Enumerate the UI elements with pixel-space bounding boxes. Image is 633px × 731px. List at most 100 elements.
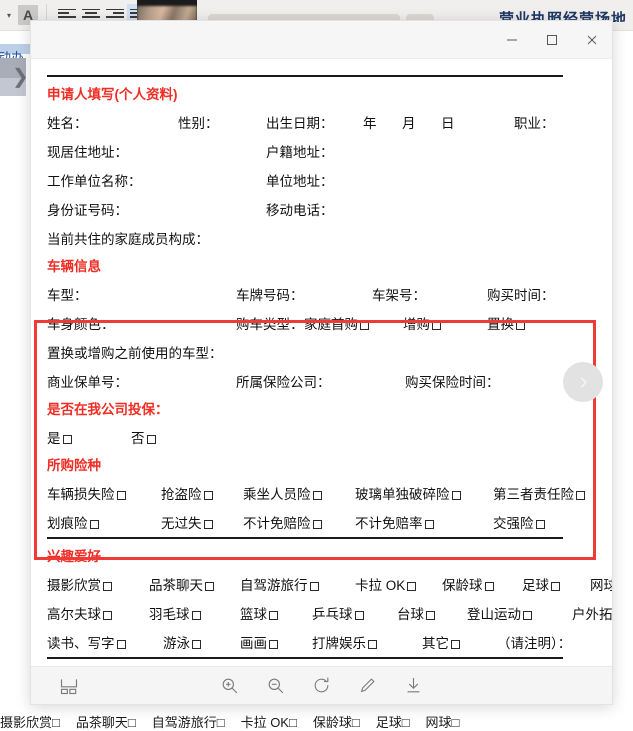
toolbar-left-group [56, 673, 82, 699]
background-hobby-option-6: 网球□ [426, 715, 460, 730]
background-hobby-option-2: 自驾游旅行□ [152, 715, 225, 730]
vehicle-field-1: 所属保险公司： [236, 374, 331, 392]
hobby-option-1[interactable]: 游泳 [163, 635, 201, 653]
checkbox[interactable] [451, 640, 460, 649]
insurance-option-3[interactable]: 玻璃单独破碎险 [355, 486, 461, 504]
purchase-type-option-2[interactable]: 置换 [487, 316, 525, 334]
personal-field-0: 姓名： [47, 115, 88, 133]
checkbox[interactable] [63, 435, 72, 444]
minimize-button[interactable] [492, 21, 532, 58]
checkbox[interactable] [485, 582, 494, 591]
checkbox[interactable] [313, 520, 322, 529]
vehicle-field-0: 置换或增购之前使用的车型： [47, 345, 223, 363]
hobby-option-5[interactable]: 足球 [522, 577, 560, 595]
hobby-option-3[interactable]: 卡拉 OK [355, 577, 416, 595]
hobby-option-5[interactable]: 登山运动 [467, 606, 532, 624]
hobby-option-4[interactable]: 保龄球 [442, 577, 494, 595]
checkbox[interactable] [204, 491, 213, 500]
checkbox[interactable] [103, 611, 112, 620]
hobby-option-1[interactable]: 品茶聊天 [149, 577, 214, 595]
rotate-button[interactable] [309, 673, 335, 699]
insurance-option-0[interactable]: 划痕险 [47, 515, 99, 533]
document-page: 申请人填写(个人资料) 姓名：性别：出生日期：年月日职业： 现居住地址：户籍地址… [47, 59, 598, 667]
checkbox[interactable] [523, 611, 532, 620]
checkbox[interactable] [355, 611, 364, 620]
checkbox[interactable] [536, 520, 545, 529]
personal-field-5: 日 [441, 115, 455, 133]
hobby-option-2[interactable]: 篮球 [240, 606, 278, 624]
checkbox[interactable] [103, 582, 112, 591]
download-button[interactable] [401, 673, 427, 699]
zoom-out-button[interactable] [263, 673, 289, 699]
checkbox[interactable] [117, 491, 126, 500]
hobby-option-2[interactable]: 画画 [240, 635, 278, 653]
close-button[interactable] [572, 21, 612, 58]
insurance-option-0[interactable]: 车辆损失险 [47, 486, 126, 504]
purchase-type-option-0[interactable]: 家庭首购 [304, 316, 369, 334]
checkbox[interactable] [204, 520, 213, 529]
insured-option-1[interactable]: 否 [131, 430, 156, 448]
personal-field-0: 当前共住的家庭成员构成： [47, 231, 209, 249]
checkbox[interactable] [192, 611, 201, 620]
page-layout-button[interactable] [56, 673, 82, 699]
section-title-applicant: 申请人填写(个人资料) [47, 86, 598, 104]
vehicle-field-0: 车身颜色： [47, 316, 115, 334]
hobby-option-2[interactable]: 自驾游旅行 [240, 577, 319, 595]
checkbox[interactable] [425, 520, 434, 529]
edit-button[interactable] [355, 673, 381, 699]
zoom-in-button[interactable] [217, 673, 243, 699]
hobby-option-0[interactable]: 读书、写字 [47, 635, 126, 653]
insurance-options-row-1: 车辆损失险 抢盗险 乘坐人员险 玻璃单独破碎险 第三者责任险 [47, 486, 598, 504]
checkbox[interactable] [426, 611, 435, 620]
insured-option-0[interactable]: 是 [47, 430, 72, 448]
download-icon [404, 676, 423, 695]
checkbox[interactable] [360, 321, 369, 330]
zoom-out-icon [266, 676, 285, 695]
checkbox[interactable] [147, 435, 156, 444]
background-hobby-option-5: 足球□ [376, 715, 410, 730]
checkbox[interactable] [313, 491, 322, 500]
checkbox[interactable] [192, 640, 201, 649]
insurance-options-row-2: 划痕险 无过失 不计免赔险 不计免赔率 交强险 [47, 515, 598, 533]
checkbox[interactable] [90, 520, 99, 529]
insurance-option-2[interactable]: 乘坐人员险 [243, 486, 322, 504]
document-canvas[interactable]: 申请人填写(个人资料) 姓名：性别：出生日期：年月日职业： 现居住地址：户籍地址… [31, 59, 612, 667]
hobby-option-6[interactable]: 网球 [590, 577, 612, 595]
checkbox[interactable] [452, 491, 461, 500]
checkbox[interactable] [516, 321, 525, 330]
hobby-option-4[interactable]: 台球 [397, 606, 435, 624]
personal-field-0: 工作单位名称： [47, 173, 142, 191]
dropdown-caret-icon[interactable]: ▾ [2, 11, 16, 20]
hobby-option-3[interactable]: 打牌娱乐 [312, 635, 377, 653]
hobby-option-3[interactable]: 乒乓球 [312, 606, 364, 624]
checkbox[interactable] [576, 491, 585, 500]
hobby-option-4[interactable]: 其它 [422, 635, 460, 653]
insurance-option-4[interactable]: 第三者责任险 [493, 486, 585, 504]
toolbar-center-group [217, 673, 427, 699]
insurance-option-2[interactable]: 不计免赔险 [243, 515, 322, 533]
checkbox[interactable] [407, 582, 416, 591]
checkbox[interactable] [117, 640, 126, 649]
personal-field-3: 年 [363, 115, 377, 133]
checkbox[interactable] [551, 582, 560, 591]
page-layout-icon [59, 676, 79, 696]
personal-field-1: 移动电话： [266, 202, 334, 220]
checkbox[interactable] [368, 640, 377, 649]
checkbox[interactable] [269, 640, 278, 649]
purchase-type-option-1[interactable]: 增购 [403, 316, 441, 334]
hobby-option-0[interactable]: 摄影欣赏 [47, 577, 112, 595]
checkbox[interactable] [269, 611, 278, 620]
next-page-button[interactable] [563, 362, 603, 402]
hobby-option-6[interactable]: 户外拓展 [572, 606, 612, 624]
checkbox[interactable] [432, 321, 441, 330]
maximize-button[interactable] [532, 21, 572, 58]
checkbox[interactable] [205, 582, 214, 591]
insurance-option-4[interactable]: 交强险 [493, 515, 545, 533]
hobby-option-0[interactable]: 高尔夫球 [47, 606, 112, 624]
insurance-option-1[interactable]: 抢盗险 [161, 486, 213, 504]
background-hobby-option-1: 品茶聊天□ [76, 715, 136, 730]
checkbox[interactable] [310, 582, 319, 591]
insurance-option-3[interactable]: 不计免赔率 [355, 515, 434, 533]
insurance-option-1[interactable]: 无过失 [161, 515, 213, 533]
hobby-option-1[interactable]: 羽毛球 [149, 606, 201, 624]
